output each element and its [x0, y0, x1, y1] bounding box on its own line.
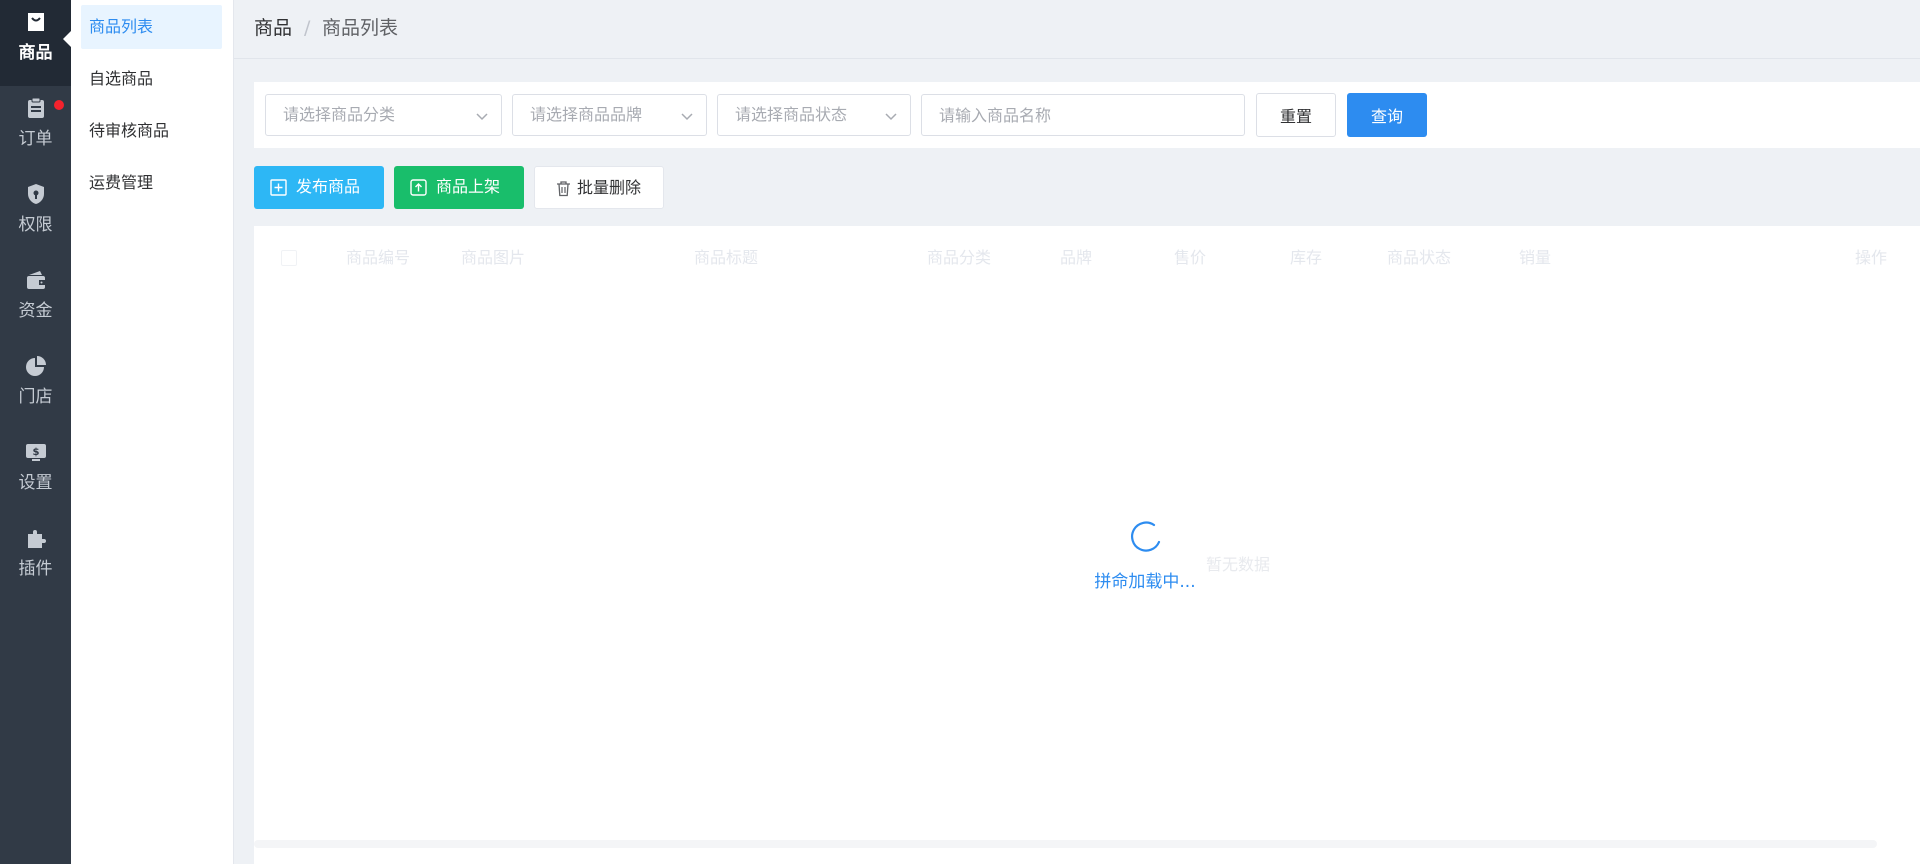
reset-button[interactable]: 重置	[1256, 93, 1336, 137]
rail-label: 门店	[18, 387, 53, 407]
subnav-item-pending-review[interactable]: 待审核商品	[81, 109, 222, 153]
rail-item-funds[interactable]: 资金	[0, 258, 71, 344]
column-header: 品牌	[1060, 248, 1093, 267]
breadcrumb: 商品 / 商品列表	[234, 0, 1920, 59]
publish-goods-button[interactable]: 发布商品	[254, 166, 384, 209]
shield-lock-icon	[28, 184, 44, 204]
plus-square-icon	[270, 179, 287, 196]
column-header: 商品标题	[694, 248, 759, 267]
column-header: 库存	[1290, 248, 1323, 267]
rail-item-plugins[interactable]: 插件	[0, 516, 71, 602]
category-select[interactable]: 请选择商品分类	[265, 94, 502, 136]
brand-select[interactable]: 请选择商品品牌	[512, 94, 707, 136]
column-header: 商品编号	[346, 248, 411, 267]
primary-sidebar: 商品 订单 权限 资金 门店 $ 设置 插件	[0, 0, 71, 864]
notification-dot	[54, 100, 64, 110]
loading-spinner-icon	[1131, 521, 1161, 552]
batch-delete-label: 批量删除	[577, 178, 642, 197]
rail-label: 权限	[18, 215, 53, 235]
puzzle-icon	[28, 530, 46, 548]
status-select[interactable]: 请选择商品状态	[717, 94, 911, 136]
table-header: 商品编号 商品图片 商品标题 商品分类 品牌 售价 库存 商品状态 销量 操作	[254, 226, 1920, 292]
chevron-down-icon	[476, 113, 488, 121]
empty-state-text: 暂无数据	[1206, 555, 1271, 574]
column-header: 商品图片	[461, 248, 526, 267]
wallet-icon	[27, 271, 45, 289]
rail-item-goods[interactable]: 商品	[0, 0, 71, 86]
clipboard-icon	[28, 97, 44, 118]
pie-chart-icon	[26, 356, 46, 376]
status-select-placeholder: 请选择商品状态	[735, 105, 848, 124]
svg-text:$: $	[33, 447, 40, 458]
goods-table: 商品编号 商品图片 商品标题 商品分类 品牌 售价 库存 商品状态 销量 操作 …	[254, 226, 1920, 864]
rail-item-stores[interactable]: 门店	[0, 344, 71, 430]
breadcrumb-root[interactable]: 商品	[254, 16, 292, 40]
column-header: 操作	[1855, 248, 1888, 267]
put-on-shelf-button[interactable]: 商品上架	[394, 166, 524, 209]
rail-label: 订单	[18, 129, 53, 149]
select-all-checkbox[interactable]	[281, 250, 297, 266]
column-header: 售价	[1174, 248, 1207, 267]
column-header: 商品分类	[927, 248, 992, 267]
category-select-placeholder: 请选择商品分类	[283, 105, 396, 124]
publish-goods-label: 发布商品	[296, 177, 361, 196]
goods-name-input[interactable]	[921, 94, 1245, 136]
shopping-bag-icon	[28, 13, 44, 31]
rail-label: 商品	[18, 43, 53, 63]
rail-label: 资金	[18, 301, 53, 321]
active-pointer	[63, 31, 71, 47]
rail-item-permissions[interactable]: 权限	[0, 172, 71, 258]
rail-item-orders[interactable]: 订单	[0, 86, 71, 172]
rail-item-settings[interactable]: $ 设置	[0, 430, 71, 516]
chevron-down-icon	[885, 113, 897, 121]
chevron-down-icon	[681, 113, 693, 121]
breadcrumb-separator: /	[304, 17, 311, 39]
filter-bar: 请选择商品分类 请选择商品品牌 请选择商品状态 重置 查询	[254, 82, 1920, 148]
subnav-item-shipping-fees[interactable]: 运费管理	[81, 161, 222, 205]
horizontal-scrollbar[interactable]	[254, 840, 1877, 848]
rail-label: 插件	[18, 559, 53, 579]
upload-square-icon	[410, 179, 427, 196]
dollar-card-icon: $	[26, 444, 46, 461]
put-on-shelf-label: 商品上架	[436, 177, 501, 196]
subnav-item-selected-goods[interactable]: 自选商品	[81, 57, 222, 101]
loading-text: 拼命加载中...	[1094, 572, 1196, 592]
query-button[interactable]: 查询	[1347, 93, 1427, 137]
brand-select-placeholder: 请选择商品品牌	[530, 105, 643, 124]
breadcrumb-current: 商品列表	[322, 17, 399, 39]
column-header: 销量	[1519, 248, 1552, 267]
trash-icon	[557, 181, 570, 197]
rail-label: 设置	[18, 473, 53, 493]
secondary-sidebar: 商品列表 自选商品 待审核商品 运费管理	[71, 0, 234, 864]
column-header: 商品状态	[1387, 248, 1452, 267]
subnav-item-goods-list[interactable]: 商品列表	[81, 5, 222, 49]
batch-delete-button[interactable]: 批量删除	[534, 166, 664, 209]
